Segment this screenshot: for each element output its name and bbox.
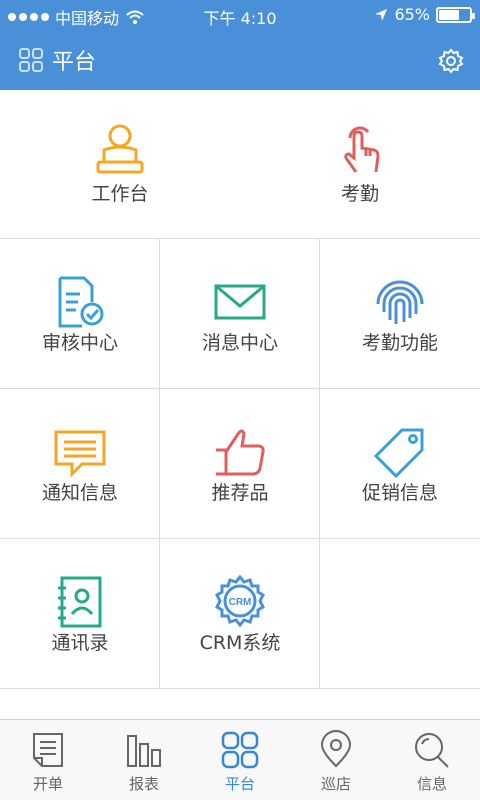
status-right: 65% [374,5,475,24]
tab-label: 报表 [128,775,159,793]
tile-attendance[interactable]: 考勤 [240,90,480,239]
page-title: 平台 [52,50,97,75]
chat-lines-icon [54,430,106,478]
address-book-icon [58,576,102,628]
top-tiles: 工作台 考勤 [0,90,480,239]
wifi-icon [126,10,144,24]
person-at-desk-icon [96,124,144,174]
price-tag-icon [373,428,424,479]
grid-item-label: 消息中心 [201,332,278,354]
bar-chart-icon [127,735,161,767]
status-bar: 中国移动 下午 4:10 65% [0,0,480,30]
grid-item-label: 通知信息 [41,482,118,504]
grid-item-attendance-functions[interactable]: 考勤功能 [320,239,480,389]
finger-tap-icon [344,126,380,173]
tab-info[interactable]: 信息 [384,720,480,800]
feature-grid: 审核中心 消息中心 考勤功能 通知信息 推荐品 促销信息 通讯录 CRM CRM… [0,239,480,689]
tab-platform[interactable]: 平台 [192,720,288,800]
tab-reports[interactable]: 报表 [96,720,192,800]
grid-item-label: 推荐品 [211,482,269,504]
tile-label: 工作台 [91,183,149,205]
grid-item-label: 通讯录 [51,632,109,654]
signal-icon [8,13,49,21]
grid-icon [19,48,43,72]
map-pin-icon [320,730,352,768]
gear-icon[interactable] [438,48,464,74]
document-icon [33,733,63,767]
location-arrow-icon [375,8,388,21]
tab-bar: 开单 报表 平台 巡店 信息 [0,719,480,800]
grid-item-label: 审核中心 [41,332,118,354]
search-icon [415,733,449,768]
grid-item-recommended[interactable]: 推荐品 [160,389,320,539]
grid-item-notifications[interactable]: 通知信息 [0,389,160,539]
grid-item-promotions[interactable]: 促销信息 [320,389,480,539]
tab-store-patrol[interactable]: 巡店 [288,720,384,800]
grid-item-message-center[interactable]: 消息中心 [160,239,320,389]
thumbs-up-icon [216,429,265,476]
grid-item-label: CRM系统 [199,632,281,654]
nav-title-wrap: 平台 [18,44,96,76]
grid-item-approval-center[interactable]: 审核中心 [0,239,160,389]
nav-bar: 平台 [0,30,480,90]
tab-label: 信息 [416,775,447,793]
fingerprint-icon [376,280,424,324]
grid-item-contacts[interactable]: 通讯录 [0,539,160,689]
carrier-label: 中国移动 [55,9,120,28]
battery-icon [436,6,475,23]
tab-orders[interactable]: 开单 [0,720,96,800]
grid-item-empty [320,539,480,689]
tab-label: 平台 [224,775,255,793]
crm-gear-icon: CRM [215,574,265,628]
status-left: 中国移动 [8,5,145,29]
battery-percent: 65% [394,5,430,24]
tile-workbench[interactable]: 工作台 [0,90,240,239]
tile-label: 考勤 [340,183,379,205]
envelope-icon [214,284,266,320]
grid-icon [221,731,259,769]
grid-item-label: 促销信息 [361,482,438,504]
tab-label: 开单 [32,775,63,793]
tab-label: 巡店 [320,775,351,793]
grid-item-label: 考勤功能 [361,332,438,354]
document-check-icon [58,276,104,328]
crm-icon-text: CRM [229,597,252,608]
grid-item-crm-system[interactable]: CRM CRM系统 [160,539,320,689]
